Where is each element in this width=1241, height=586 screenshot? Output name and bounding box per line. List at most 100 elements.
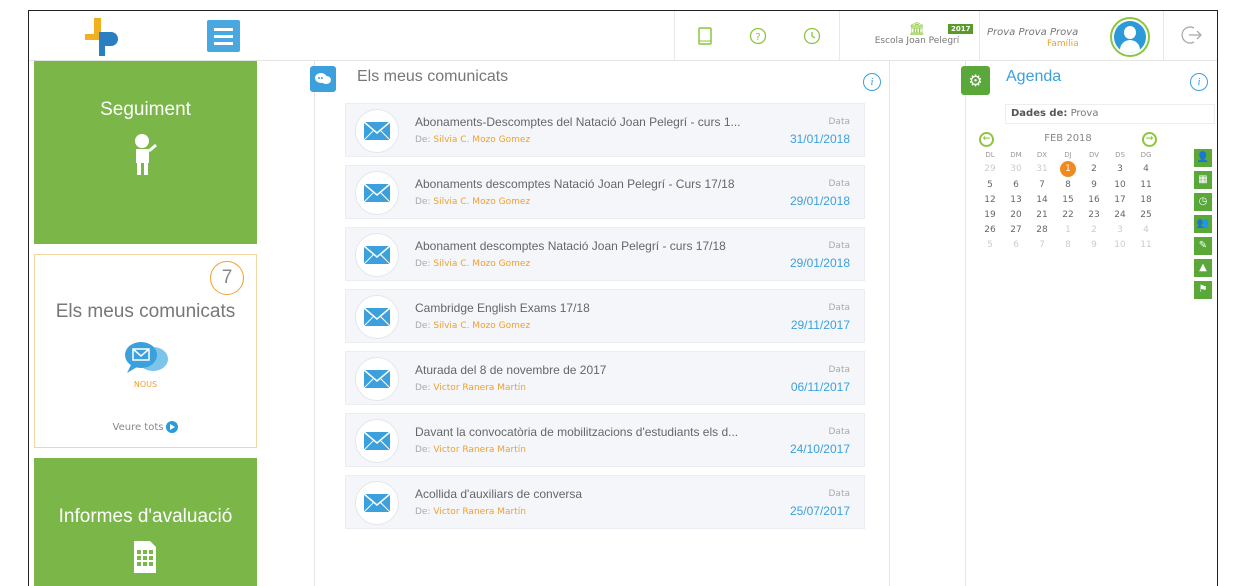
sender-name: Victor Ranera Martín [433, 383, 526, 393]
calendar-day[interactable]: 1 [1055, 161, 1081, 177]
calendar-day[interactable]: 14 [1029, 192, 1055, 207]
agenda-toolbar: 👤 ▦ ◷ 👥 ✎ ▲ ⚑ [1194, 149, 1214, 303]
calendar-day[interactable]: 7 [1029, 237, 1055, 252]
tablet-icon[interactable] [694, 25, 716, 47]
history-icon[interactable] [801, 25, 823, 47]
message-item[interactable]: Acollida d'auxiliars de conversa De: Vict… [345, 475, 865, 529]
day-number: 28 [1036, 224, 1048, 235]
calendar-day[interactable]: 2 [1081, 161, 1107, 177]
calendar-day[interactable]: 8 [1055, 237, 1081, 252]
day-number: 16 [1088, 194, 1100, 205]
flag-icon[interactable]: ⚑ [1194, 281, 1212, 299]
calendar-day[interactable]: 8 [1055, 177, 1081, 192]
calendar-day[interactable]: 9 [1081, 237, 1107, 252]
play-icon [166, 421, 179, 433]
view-all-link[interactable]: Veure tots [35, 421, 256, 433]
calendar-week: 29 30 31 1 2 3 4 [977, 161, 1159, 177]
calendar-day[interactable]: 15 [1055, 192, 1081, 207]
calendar-day[interactable]: 28 [1029, 222, 1055, 237]
calendar-icon[interactable]: ▦ [1194, 171, 1212, 189]
from-prefix: De: [415, 135, 431, 145]
info-icon[interactable]: i [1190, 73, 1208, 91]
calendar-day[interactable]: 11 [1133, 177, 1159, 192]
message-item[interactable]: Aturada del 8 de novembre de 2017 De: Vic… [345, 351, 865, 405]
calendar-grid: DL DM DX DJ DV DS DG 29 30 31 1 2 3 4 5 6 7 8 9 10 11 12 13 14… [977, 149, 1159, 252]
message-item[interactable]: Cambridge English Exams 17/18 De: Silvia … [345, 289, 865, 343]
calendar-day[interactable]: 26 [977, 222, 1003, 237]
calendar-day[interactable]: 7 [1029, 177, 1055, 192]
calendar-day[interactable]: 10 [1107, 177, 1133, 192]
calendar-day[interactable]: 13 [1003, 192, 1029, 207]
message-item[interactable]: Abonaments descomptes Natació Joan Peleg… [345, 165, 865, 219]
weekday-label: DJ [1064, 151, 1072, 159]
calendar-day[interactable]: 16 [1081, 192, 1107, 207]
calendar-day[interactable]: 11 [1133, 237, 1159, 252]
chat-bubbles-icon [125, 342, 168, 373]
day-number: 29 [984, 164, 996, 174]
calendar-day[interactable]: 30 [1003, 161, 1029, 177]
informes-tile[interactable]: Informes d'avaluació [34, 458, 257, 586]
calendar-day[interactable]: 24 [1107, 207, 1133, 222]
day-number: 6 [1013, 239, 1019, 250]
calendar-day[interactable]: 21 [1029, 207, 1055, 222]
logout-icon[interactable] [1181, 25, 1205, 47]
help-icon[interactable]: ? [747, 25, 769, 47]
weekday-label: DL [985, 151, 995, 159]
calendar-day[interactable]: 27 [1003, 222, 1029, 237]
day-number: 18 [1140, 194, 1152, 205]
user-avatar[interactable] [1110, 17, 1150, 57]
calendar-day[interactable]: 20 [1003, 207, 1029, 222]
calendar-day[interactable]: 10 [1107, 237, 1133, 252]
calendar-day[interactable]: 5 [977, 177, 1003, 192]
calendar-day[interactable]: 9 [1081, 177, 1107, 192]
chart-icon[interactable]: ▲ [1194, 259, 1212, 277]
comunicats-tile[interactable]: 7 Els meus comunicats NOUS Veure tots [34, 254, 257, 448]
pencil-icon[interactable]: ✎ [1194, 237, 1212, 255]
calendar-month: FEB 2018 [1044, 133, 1092, 144]
calendar-day[interactable]: 1 [1055, 222, 1081, 237]
message-item[interactable]: Abonaments-Descomptes del Natació Joan P… [345, 103, 865, 157]
user-role: Família [1047, 39, 1079, 49]
calendar-day[interactable]: 31 [1029, 161, 1055, 177]
message-sender: De: Victor Ranera Martín [415, 445, 526, 455]
svg-text:?: ? [755, 32, 760, 43]
calendar-day[interactable]: 3 [1107, 161, 1133, 177]
menu-button[interactable] [207, 20, 240, 52]
top-header: ? 🏛 Escola Joan Pelegrí 2017 Prova Prova… [29, 11, 1217, 61]
clock-icon[interactable]: ◷ [1194, 193, 1212, 211]
calendar-day[interactable]: 18 [1133, 192, 1159, 207]
message-item[interactable]: Abonament descomptes Natació Joan Pelegr… [345, 227, 865, 281]
calendar-day[interactable]: 25 [1133, 207, 1159, 222]
calendar-day[interactable]: 23 [1081, 207, 1107, 222]
date-label: Data [828, 489, 851, 499]
message-item[interactable]: Davant la convocatòria de mobilitzacions… [345, 413, 865, 467]
calendar-day[interactable]: 29 [977, 161, 1003, 177]
app-frame: ? 🏛 Escola Joan Pelegrí 2017 Prova Prova… [28, 10, 1218, 586]
next-month-arrow-icon[interactable]: → [1142, 132, 1157, 147]
calendar-day[interactable]: 2 [1081, 222, 1107, 237]
calendar-day[interactable]: 5 [977, 237, 1003, 252]
calendar-day[interactable]: 4 [1133, 222, 1159, 237]
calendar-day[interactable]: 3 [1107, 222, 1133, 237]
calendar-day[interactable]: 6 [1003, 237, 1029, 252]
agenda-data-selector[interactable]: Dades de: Prova [1005, 104, 1215, 124]
prev-month-arrow-icon[interactable]: ← [979, 132, 994, 147]
calendar-day[interactable]: 22 [1055, 207, 1081, 222]
day-number: 24 [1114, 209, 1126, 220]
day-number: 5 [987, 239, 993, 250]
message-subject: Cambridge English Exams 17/18 [415, 301, 590, 315]
calendar-day[interactable]: 17 [1107, 192, 1133, 207]
calendar-day[interactable]: 6 [1003, 177, 1029, 192]
weekday-label: DM [1010, 151, 1022, 159]
group-icon[interactable]: 👥 [1194, 215, 1212, 233]
calendar-day[interactable]: 19 [977, 207, 1003, 222]
seguiment-label: Seguiment [100, 99, 191, 120]
calendar-day[interactable]: 4 [1133, 161, 1159, 177]
person-icon[interactable]: 👤 [1194, 149, 1212, 167]
school-logo[interactable] [81, 18, 121, 56]
calendar-day[interactable]: 12 [977, 192, 1003, 207]
dades-value: Prova [1070, 108, 1099, 119]
envelope-icon [355, 295, 399, 339]
info-icon[interactable]: i [863, 73, 881, 91]
seguiment-tile[interactable]: Seguiment [34, 61, 257, 244]
